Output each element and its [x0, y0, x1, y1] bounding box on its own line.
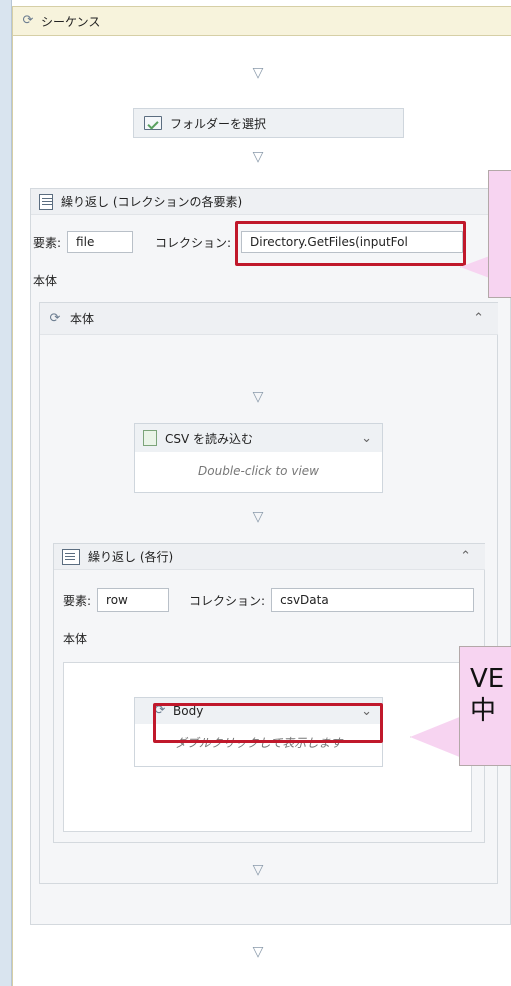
- folder-icon: [144, 116, 162, 130]
- body-sequence-titlebar[interactable]: ⟳ 本体 ⌃: [40, 303, 498, 335]
- row-element-label: 要素:: [63, 593, 92, 608]
- row-collection-label: コレクション:: [189, 593, 266, 608]
- read-csv-hint: Double-click to view: [198, 464, 319, 478]
- sequence-title: シーケンス: [41, 14, 101, 29]
- sequence-icon: ⟳: [49, 310, 61, 326]
- body-sequence-title: 本体: [70, 312, 95, 326]
- foreach-element-row: 要素: file コレクション:: [33, 231, 231, 253]
- select-folder-label: フォルダーを選択: [170, 116, 267, 131]
- foreach-row-fields: 要素: row コレクション: csvData: [63, 588, 475, 612]
- down-arrow-icon: ▽: [252, 862, 264, 878]
- highlight-box: [153, 703, 383, 743]
- select-folder-activity[interactable]: フォルダーを選択: [133, 108, 404, 138]
- element-input[interactable]: file: [67, 231, 134, 253]
- callout-top: [488, 170, 511, 298]
- callout-line-1: VE: [470, 664, 505, 694]
- foreach-row-body-label: 本体: [63, 632, 88, 646]
- element-label: 要素:: [33, 235, 62, 250]
- foreach-row-titlebar[interactable]: 繰り返し (各行) ⌃: [54, 544, 485, 570]
- read-csv-activity[interactable]: CSV を読み込む ⌄ Double-click to view: [134, 423, 383, 493]
- left-panel-strip: [0, 0, 12, 986]
- down-arrow-icon: ▽: [252, 944, 264, 960]
- foreach-body-label: 本体: [33, 274, 58, 288]
- csv-icon: [143, 430, 157, 446]
- foreach-row-title: 繰り返し (各行): [88, 550, 174, 564]
- row-collection-input[interactable]: csvData: [271, 588, 475, 612]
- collection-label: コレクション:: [155, 235, 232, 250]
- chevron-up-icon[interactable]: ⌃: [460, 549, 471, 564]
- chevron-up-icon[interactable]: ⌃: [473, 311, 484, 326]
- callout-line-2: 中: [470, 696, 497, 726]
- highlight-box: [235, 221, 466, 266]
- sequence-header[interactable]: ⟳ シーケンス: [12, 6, 511, 36]
- callout-bottom: VE 中: [459, 646, 511, 766]
- foreach-collection-titlebar[interactable]: 繰り返し (コレクションの各要素) ⌃: [31, 189, 511, 215]
- down-arrow-icon: ▽: [252, 65, 264, 81]
- table-icon: [62, 548, 80, 565]
- row-element-input[interactable]: row: [97, 588, 170, 612]
- sequence-icon: ⟳: [22, 13, 34, 28]
- chevron-down-icon[interactable]: ⌄: [361, 431, 372, 446]
- foreach-collection-title: 繰り返し (コレクションの各要素): [61, 195, 243, 209]
- down-arrow-icon: ▽: [252, 509, 264, 525]
- down-arrow-icon: ▽: [252, 149, 264, 165]
- read-csv-title: CSV を読み込む: [165, 431, 254, 446]
- down-arrow-icon: ▽: [252, 389, 264, 405]
- foreach-icon: [39, 193, 53, 210]
